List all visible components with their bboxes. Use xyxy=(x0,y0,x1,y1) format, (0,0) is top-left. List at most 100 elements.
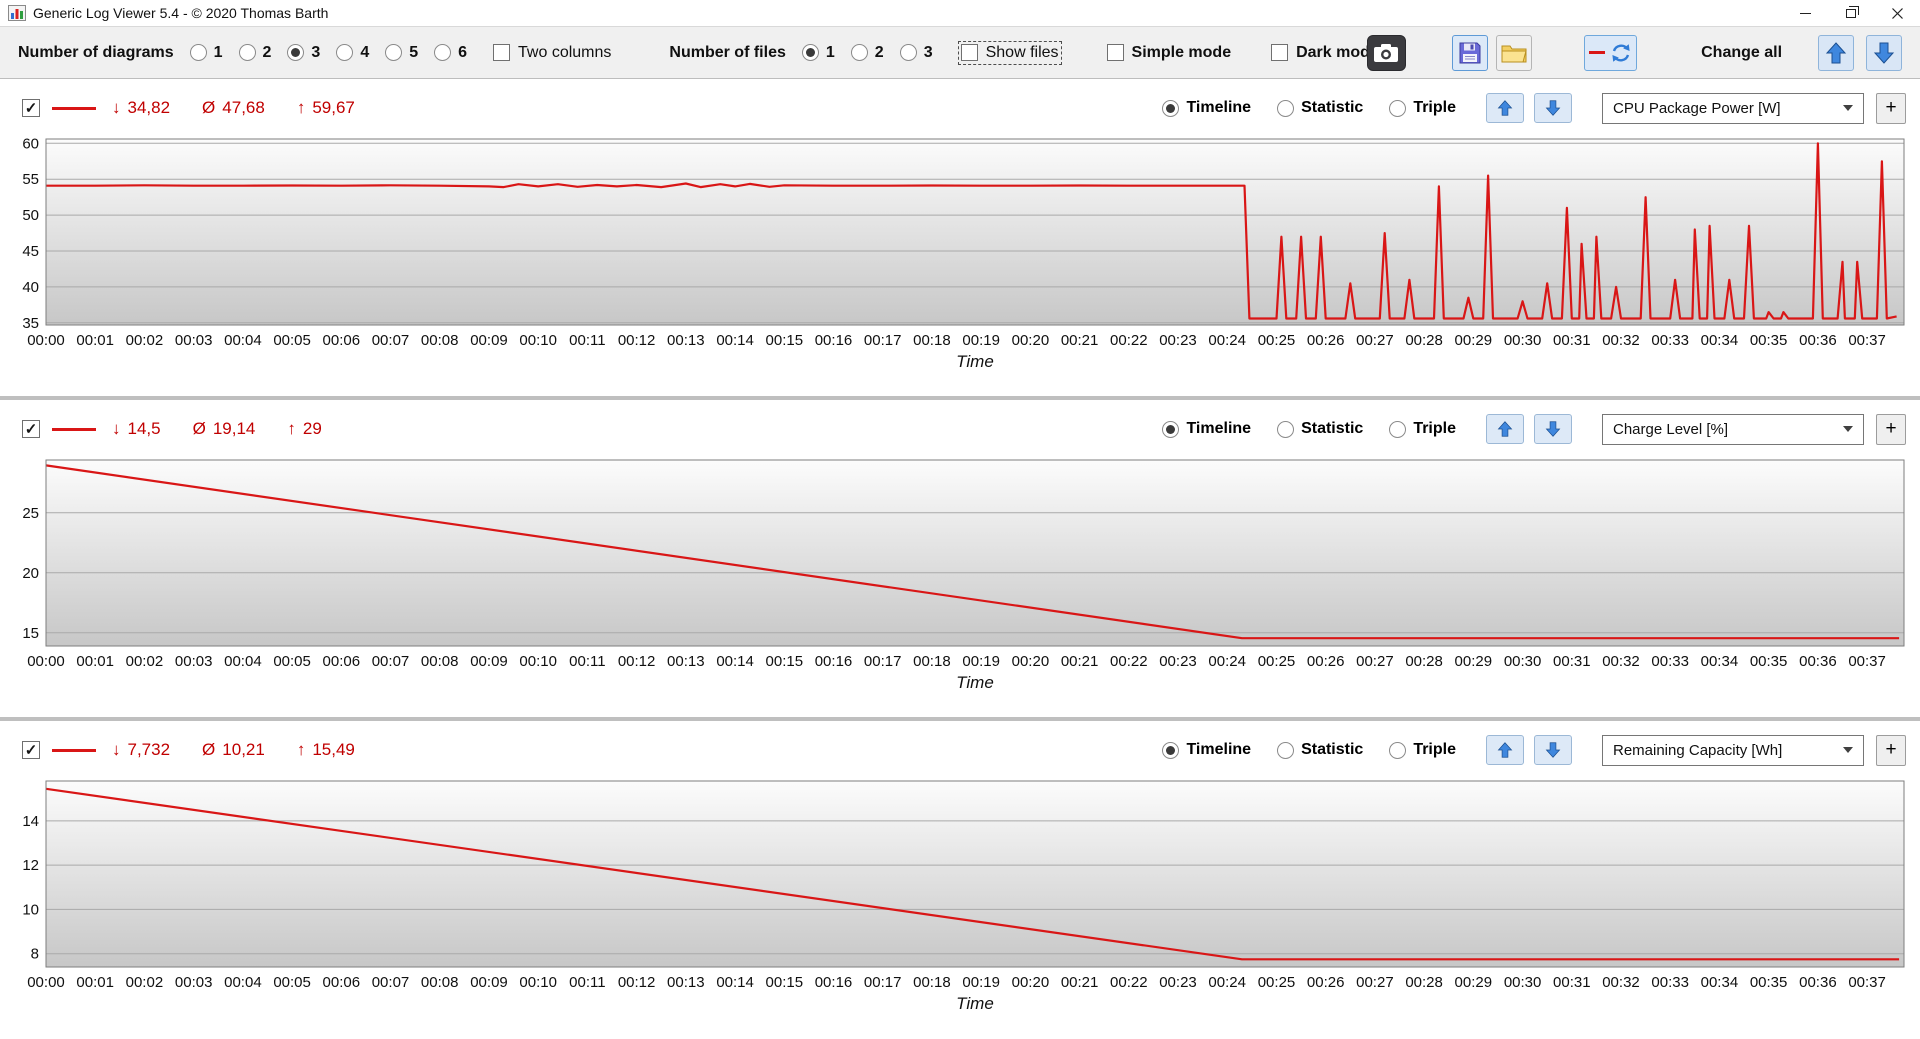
move-up-button[interactable] xyxy=(1486,414,1524,444)
svg-text:00:06: 00:06 xyxy=(323,332,361,349)
reload-button[interactable] xyxy=(1584,35,1637,71)
timeline-chart: 15202500:0000:0100:0200:0300:0400:0500:0… xyxy=(2,455,1918,695)
diagram-count-radio-6[interactable]: 6 xyxy=(434,44,467,62)
svg-text:40: 40 xyxy=(22,279,39,296)
arrow-down-icon xyxy=(1545,741,1561,759)
radio-icon xyxy=(336,44,353,61)
svg-text:00:13: 00:13 xyxy=(667,974,705,991)
change-all-label: Change all xyxy=(1701,44,1782,62)
radio-icon xyxy=(851,44,868,61)
svg-text:00:21: 00:21 xyxy=(1061,974,1099,991)
series-visible-checkbox[interactable]: ✓ xyxy=(22,741,40,759)
svg-text:00:35: 00:35 xyxy=(1750,974,1788,991)
move-down-button[interactable] xyxy=(1534,735,1572,765)
add-series-button[interactable]: + xyxy=(1876,93,1906,124)
panel-controls: Timeline Statistic Triple Charge Level [… xyxy=(1162,414,1906,445)
series-legend-line xyxy=(52,428,96,431)
timeline-radio[interactable]: Timeline xyxy=(1162,420,1251,438)
restore-button[interactable] xyxy=(1828,0,1874,26)
svg-text:00:14: 00:14 xyxy=(716,653,754,670)
radio-icon xyxy=(1389,742,1406,759)
camera-icon xyxy=(1373,43,1399,63)
move-up-button[interactable] xyxy=(1486,93,1524,123)
series-visible-checkbox[interactable]: ✓ xyxy=(22,99,40,117)
svg-text:12: 12 xyxy=(22,857,39,874)
plus-label: + xyxy=(1885,97,1896,119)
svg-text:00:32: 00:32 xyxy=(1602,332,1640,349)
radio-icon xyxy=(385,44,402,61)
statistic-radio[interactable]: Statistic xyxy=(1277,420,1363,438)
radio-label: Statistic xyxy=(1301,99,1363,117)
diagram-count-radio-2[interactable]: 2 xyxy=(239,44,272,62)
diagram-count-radio-1[interactable]: 1 xyxy=(190,44,223,62)
open-file-button[interactable] xyxy=(1496,35,1532,71)
min-value: 34,82 xyxy=(128,98,171,118)
svg-text:00:16: 00:16 xyxy=(815,653,853,670)
statistic-radio[interactable]: Statistic xyxy=(1277,741,1363,759)
svg-text:00:30: 00:30 xyxy=(1504,974,1542,991)
triple-radio[interactable]: Triple xyxy=(1389,420,1456,438)
svg-text:00:34: 00:34 xyxy=(1701,974,1739,991)
files-label: Number of files xyxy=(669,44,785,62)
series-visible-checkbox[interactable]: ✓ xyxy=(22,420,40,438)
change-all-down-button[interactable] xyxy=(1866,35,1902,71)
minimize-icon xyxy=(1800,13,1811,14)
check-icon: ✓ xyxy=(25,420,38,438)
show-files-checkbox[interactable]: Show files xyxy=(961,44,1059,62)
simple-mode-checkbox[interactable]: Simple mode xyxy=(1107,44,1232,62)
close-button[interactable] xyxy=(1874,0,1920,26)
radio-label: Statistic xyxy=(1301,741,1363,759)
max-icon: ↑ xyxy=(287,419,296,439)
svg-text:55: 55 xyxy=(22,171,39,188)
two-columns-checkbox[interactable]: Two columns xyxy=(493,44,611,62)
triple-radio[interactable]: Triple xyxy=(1389,99,1456,117)
measurement-select[interactable]: Remaining Capacity [Wh] xyxy=(1602,735,1864,766)
move-down-button[interactable] xyxy=(1534,414,1572,444)
svg-text:00:01: 00:01 xyxy=(76,332,114,349)
file-count-radio-2[interactable]: 2 xyxy=(851,44,884,62)
timeline-chart: 810121400:0000:0100:0200:0300:0400:0500:… xyxy=(2,776,1918,1016)
file-count-radio-1[interactable]: 1 xyxy=(802,44,835,62)
move-up-button[interactable] xyxy=(1486,735,1524,765)
add-series-button[interactable]: + xyxy=(1876,414,1906,445)
add-series-button[interactable]: + xyxy=(1876,735,1906,766)
triple-radio[interactable]: Triple xyxy=(1389,741,1456,759)
svg-text:00:22: 00:22 xyxy=(1110,974,1148,991)
plus-label: + xyxy=(1885,739,1896,761)
svg-text:00:27: 00:27 xyxy=(1356,653,1394,670)
series-stats: ↓14,5 Ø19,14 ↑29 xyxy=(112,419,322,439)
diagram-count-radio-3[interactable]: 3 xyxy=(287,44,320,62)
measurement-select-value: CPU Package Power [W] xyxy=(1613,100,1781,117)
svg-text:00:20: 00:20 xyxy=(1012,653,1050,670)
svg-text:00:19: 00:19 xyxy=(962,974,1000,991)
diagram-count-radio-5[interactable]: 5 xyxy=(385,44,418,62)
svg-text:00:31: 00:31 xyxy=(1553,332,1591,349)
screenshot-button[interactable] xyxy=(1367,35,1406,71)
svg-text:00:04: 00:04 xyxy=(224,653,262,670)
dark-mode-checkbox[interactable]: Dark mode xyxy=(1271,44,1379,62)
measurement-select[interactable]: CPU Package Power [W] xyxy=(1602,93,1864,124)
measurement-select[interactable]: Charge Level [%] xyxy=(1602,414,1864,445)
diagram-count-radio-4[interactable]: 4 xyxy=(336,44,369,62)
svg-text:Time: Time xyxy=(956,673,994,692)
file-count-radio-3[interactable]: 3 xyxy=(900,44,933,62)
timeline-radio[interactable]: Timeline xyxy=(1162,99,1251,117)
svg-text:00:28: 00:28 xyxy=(1405,653,1443,670)
window-title: Generic Log Viewer 5.4 - © 2020 Thomas B… xyxy=(33,5,328,21)
svg-text:00:20: 00:20 xyxy=(1012,332,1050,349)
svg-text:35: 35 xyxy=(22,315,39,332)
save-button[interactable] xyxy=(1452,35,1488,71)
radio-icon xyxy=(1389,100,1406,117)
timeline-radio[interactable]: Timeline xyxy=(1162,741,1251,759)
statistic-radio[interactable]: Statistic xyxy=(1277,99,1363,117)
measurement-select-value: Remaining Capacity [Wh] xyxy=(1613,742,1782,759)
minimize-button[interactable] xyxy=(1782,0,1828,26)
change-all-up-button[interactable] xyxy=(1818,35,1854,71)
svg-text:00:37: 00:37 xyxy=(1848,653,1886,670)
panel-header: ✓ ↓34,82 Ø47,68 ↑59,67 Timeline Statisti… xyxy=(0,88,1920,128)
arrow-down-icon xyxy=(1545,99,1561,117)
svg-text:00:15: 00:15 xyxy=(766,332,804,349)
svg-text:00:12: 00:12 xyxy=(618,332,656,349)
svg-text:00:17: 00:17 xyxy=(864,653,902,670)
move-down-button[interactable] xyxy=(1534,93,1572,123)
